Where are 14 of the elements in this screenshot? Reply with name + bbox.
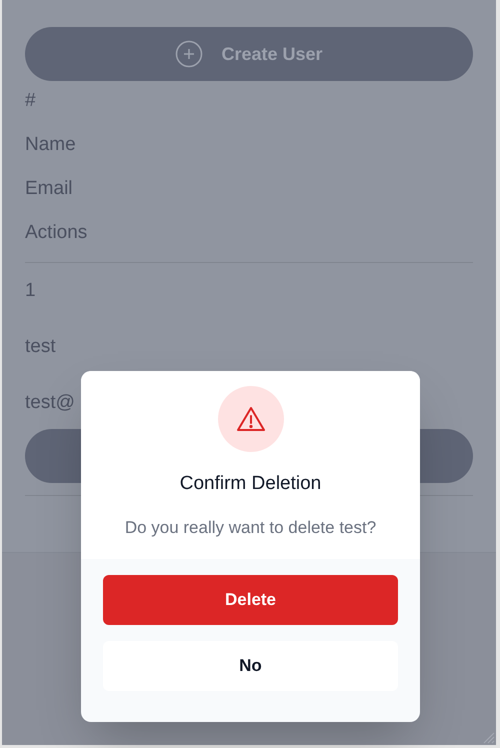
delete-button[interactable]: Delete [103, 575, 398, 625]
column-header: Name [25, 133, 77, 157]
column-header: Email [25, 177, 74, 201]
table-cell-text: test [25, 335, 57, 359]
resize-grip-icon [481, 730, 495, 744]
dialog-title: Confirm Deletion [180, 472, 322, 496]
column-header: # [25, 89, 37, 113]
table-cell-text: test@ [25, 391, 76, 415]
warning-icon [236, 405, 266, 433]
plus-circle-icon [175, 40, 204, 68]
cancel-button[interactable]: No [103, 641, 398, 691]
column-header: Actions [25, 221, 88, 245]
dialog-message: Do you really want to delete test? [124, 516, 376, 538]
table-cell-text: 1 [25, 279, 37, 303]
